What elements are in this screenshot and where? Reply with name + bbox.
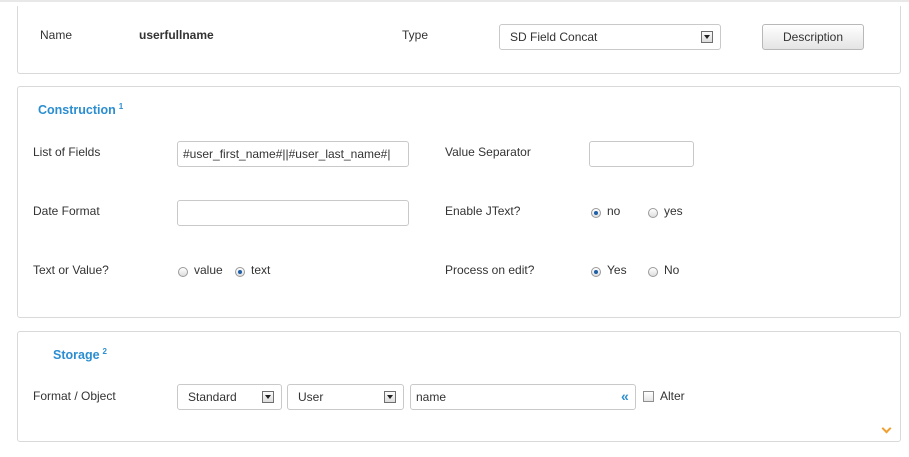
name-value: userfullname [139, 28, 214, 42]
construction-title-text: Construction [38, 103, 116, 117]
list-of-fields-label: List of Fields [33, 145, 101, 159]
top-edge-line [0, 0, 909, 2]
storage-object-select[interactable]: User [287, 384, 404, 410]
storage-format-select[interactable]: Standard [177, 384, 282, 410]
storage-object-value: User [298, 390, 324, 404]
process-on-edit-label: Process on edit? [445, 263, 535, 277]
storage-footnote: 2 [102, 346, 107, 356]
field-header-panel: Name userfullname Type SD Field Concat D… [17, 6, 901, 74]
construction-section-title: Construction 1 [38, 101, 124, 117]
enable-jtext-no-radio[interactable] [591, 208, 601, 218]
storage-field-value: name [416, 390, 447, 404]
date-format-input[interactable] [177, 200, 409, 226]
storage-field-input[interactable]: name [410, 384, 636, 410]
date-format-label: Date Format [33, 204, 100, 218]
enable-jtext-no-label[interactable]: no [607, 204, 620, 218]
value-separator-label: Value Separator [445, 145, 531, 159]
type-select-value: SD Field Concat [510, 30, 598, 44]
storage-panel: Storage 2 Format / Object Standard User n… [17, 331, 901, 442]
storage-format-value: Standard [188, 390, 237, 404]
alter-label[interactable]: Alter [660, 389, 685, 403]
chevron-down-icon[interactable] [384, 391, 396, 403]
double-chevron-left-icon[interactable]: « [621, 388, 629, 404]
chevron-down-icon[interactable] [881, 423, 892, 434]
storage-section-title: Storage 2 [53, 346, 107, 362]
type-select[interactable]: SD Field Concat [499, 24, 721, 50]
text-or-value-value-label[interactable]: value [194, 263, 223, 277]
text-or-value-text-radio[interactable] [235, 267, 245, 277]
value-separator-input[interactable] [589, 141, 694, 167]
text-or-value-text-label[interactable]: text [251, 263, 270, 277]
format-object-label: Format / Object [33, 389, 116, 403]
text-or-value-label: Text or Value? [33, 263, 109, 277]
list-of-fields-input[interactable]: #user_first_name#||#user_last_name#| [177, 141, 409, 167]
enable-jtext-yes-radio[interactable] [648, 208, 658, 218]
process-on-edit-no-label[interactable]: No [664, 263, 679, 277]
enable-jtext-yes-label[interactable]: yes [664, 204, 683, 218]
chevron-down-icon[interactable] [262, 391, 274, 403]
type-label: Type [402, 28, 429, 42]
construction-footnote: 1 [118, 101, 124, 111]
chevron-down-icon[interactable] [701, 31, 713, 43]
storage-title-text: Storage [53, 348, 100, 362]
alter-checkbox[interactable] [643, 391, 654, 402]
process-on-edit-yes-radio[interactable] [591, 267, 601, 277]
name-label: Name [40, 28, 73, 42]
process-on-edit-yes-label[interactable]: Yes [607, 263, 627, 277]
description-button[interactable]: Description [762, 24, 864, 50]
text-or-value-value-radio[interactable] [178, 267, 188, 277]
enable-jtext-label: Enable JText? [445, 204, 521, 218]
construction-panel: Construction 1 List of Fields #user_first… [17, 86, 901, 318]
process-on-edit-no-radio[interactable] [648, 267, 658, 277]
